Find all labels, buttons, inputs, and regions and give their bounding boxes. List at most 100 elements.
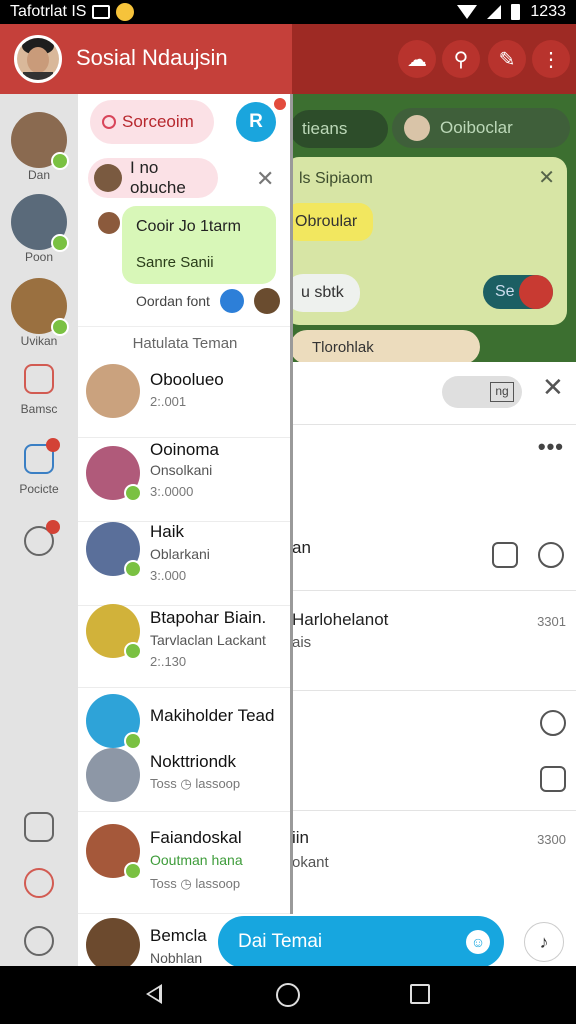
emoji-icon[interactable]: ☺ bbox=[466, 930, 490, 954]
contact-name: Bemcla bbox=[150, 926, 207, 945]
rail-item-contact[interactable]: Dan bbox=[0, 112, 78, 182]
message-preview-sub: Sanre Sanii bbox=[136, 254, 214, 271]
smiley-icon bbox=[538, 542, 564, 568]
background-row-text: an bbox=[292, 538, 311, 557]
new-chat-label: R bbox=[249, 111, 263, 132]
more-icon: ••• bbox=[537, 434, 564, 459]
avatar bbox=[86, 604, 142, 660]
avatar bbox=[11, 278, 69, 336]
bag-icon bbox=[24, 812, 54, 842]
avatar bbox=[86, 918, 140, 966]
background-bubble: Obroular bbox=[285, 203, 374, 241]
rail-item-emoji[interactable] bbox=[0, 926, 78, 956]
contact-name: Faiandoskal bbox=[150, 828, 242, 847]
friend-request-chip[interactable]: I no obuche bbox=[88, 158, 218, 198]
rail-item-label: Uvikan bbox=[20, 334, 58, 348]
section-header: Hatulata Teman bbox=[78, 326, 292, 352]
rail-item-bag[interactable] bbox=[0, 812, 78, 842]
more-options-icon[interactable]: ⋮ bbox=[532, 40, 570, 78]
avatar bbox=[96, 210, 122, 236]
chat-input-button[interactable]: Dai Temai ☺ bbox=[218, 916, 504, 968]
contact-row[interactable]: Ooinoma Onsolkani 3:.0000 bbox=[78, 438, 292, 522]
clock-icon: ◷ bbox=[180, 776, 192, 791]
recent-apps-icon[interactable] bbox=[410, 984, 430, 1004]
contact-name: Makiholder Tead bbox=[150, 706, 275, 725]
online-badge-icon bbox=[51, 318, 69, 336]
battery-icon bbox=[511, 4, 521, 20]
background-strip-label: Tlorohlak bbox=[312, 338, 374, 356]
rail-item-contact[interactable]: Uvikan bbox=[0, 278, 78, 348]
avatar bbox=[86, 748, 140, 802]
avatar bbox=[86, 694, 142, 750]
location-icon bbox=[24, 868, 54, 898]
microphone-icon[interactable]: ♪ bbox=[524, 922, 564, 962]
message-preview-card[interactable]: Cooir Jo 1tarm Sanre Sanii bbox=[96, 206, 276, 284]
contact-status: Nobhlan bbox=[150, 950, 203, 966]
rail-item-contact[interactable]: Poon bbox=[0, 194, 78, 264]
wifi-icon bbox=[457, 5, 478, 19]
podcast-icon bbox=[24, 438, 60, 474]
contact-time: 3:.000 bbox=[150, 568, 187, 583]
chat-input-label: Dai Temai bbox=[238, 931, 323, 952]
contact-extra: lassoop bbox=[195, 876, 241, 891]
contact-row[interactable]: Makiholder Tead Nokttriondk Toss ◷ lasso… bbox=[78, 688, 292, 812]
contact-row[interactable]: Oboolueo 2:.001 bbox=[78, 354, 292, 438]
rail-item-chat[interactable] bbox=[0, 520, 78, 556]
notification-dot bbox=[46, 438, 60, 452]
background-search-icon: ng bbox=[490, 382, 514, 402]
new-chat-button[interactable]: R bbox=[236, 96, 288, 142]
avatar bbox=[86, 364, 140, 418]
message-preview-line: Cooir Jo 1tarm bbox=[136, 218, 241, 236]
share-icon bbox=[492, 542, 518, 568]
cloud-icon[interactable]: ☁ bbox=[398, 40, 436, 78]
emoji-notification-icon bbox=[116, 3, 135, 21]
avatar-face-icon bbox=[17, 38, 59, 80]
contact-name: Haik bbox=[150, 522, 185, 541]
contact-status: Oblarkani bbox=[150, 546, 210, 562]
drawer-edge bbox=[290, 94, 293, 914]
avatar bbox=[86, 446, 142, 502]
home-icon[interactable] bbox=[276, 983, 300, 1007]
contact-status: Onsolkani bbox=[150, 462, 213, 478]
app-bar: Sosial Ndaujsin ☁ ⚲ ✎ ⋮ bbox=[0, 24, 576, 94]
avatar bbox=[11, 112, 69, 170]
profile-avatar[interactable] bbox=[14, 35, 62, 83]
rocket-icon bbox=[24, 364, 54, 394]
rail-item-rocket[interactable]: Bamsc bbox=[0, 364, 78, 416]
system-nav-bar bbox=[0, 966, 576, 1024]
rail-item-label: Bamsc bbox=[20, 402, 58, 416]
contact-row[interactable]: Faiandoskal Ooutman hana Toss ◷ lassoop bbox=[78, 812, 292, 914]
online-badge-icon bbox=[124, 642, 142, 660]
contact-extra: lassoop bbox=[195, 776, 241, 791]
close-icon[interactable]: ✕ bbox=[256, 166, 274, 192]
background-row-sub: ais bbox=[292, 634, 312, 651]
clock: 1233 bbox=[530, 3, 566, 20]
rail-item-label: Poon bbox=[24, 250, 54, 264]
contact-time: Toss ◷ lassoop bbox=[150, 776, 240, 792]
rail-item-label: Dan bbox=[27, 168, 50, 182]
contact-time: 2:.001 bbox=[150, 394, 187, 409]
background-chip: Ooiboclar bbox=[392, 108, 570, 148]
background-row-time: 3300 bbox=[537, 832, 566, 847]
contact-row[interactable]: Haik Oblarkani 3:.000 bbox=[78, 522, 292, 606]
rail-item-location[interactable] bbox=[0, 868, 78, 898]
rail-item-podcast[interactable]: Pocicte bbox=[0, 438, 78, 496]
online-badge-icon bbox=[124, 484, 142, 502]
camera-icon[interactable] bbox=[219, 289, 244, 313]
contact-time: 3:.0000 bbox=[150, 484, 194, 499]
avatar bbox=[94, 164, 122, 192]
compose-icon[interactable]: ✎ bbox=[488, 40, 526, 78]
smiley-icon bbox=[540, 710, 566, 736]
search-icon[interactable]: ⚲ bbox=[442, 40, 480, 78]
background-row-text: iin bbox=[292, 828, 310, 847]
message-meta-text: Oordan font bbox=[136, 293, 210, 309]
background-bubble-text: Obroular bbox=[295, 213, 358, 230]
notification-dot bbox=[46, 520, 60, 534]
clock-icon: ◷ bbox=[180, 876, 192, 891]
back-icon[interactable] bbox=[146, 984, 162, 1004]
search-button[interactable]: Sorceoim bbox=[90, 100, 214, 144]
contact-row[interactable]: Btapohar Biain. Tarvlaclan Lackant 2:.13… bbox=[78, 596, 292, 688]
friends-drawer: Sorceoim R I no obuche ✕ Cooir Jo 1tarm … bbox=[78, 94, 292, 966]
background-chip: tieans bbox=[290, 110, 388, 148]
left-rail: Dan Poon Uvikan Bamsc Pocicte bbox=[0, 94, 78, 966]
